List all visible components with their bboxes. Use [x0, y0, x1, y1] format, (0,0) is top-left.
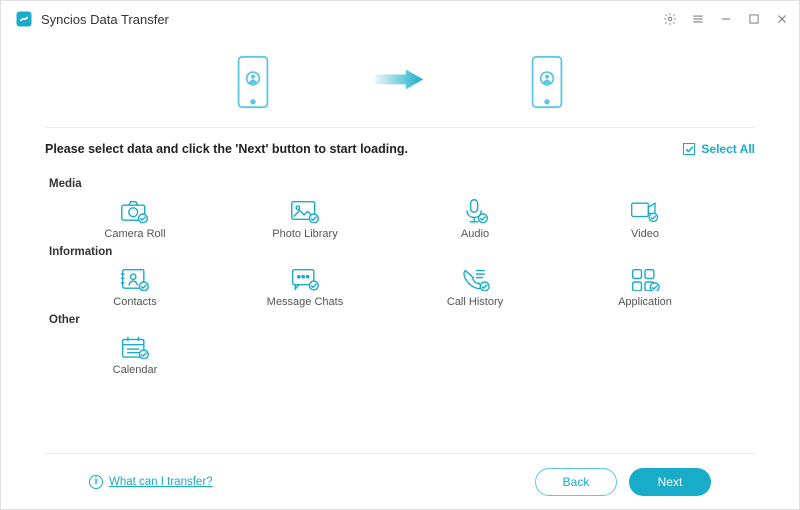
item-camera-roll[interactable]: Camera Roll [75, 198, 195, 240]
item-video[interactable]: Video [585, 198, 705, 240]
section-label-media: Media [49, 178, 755, 190]
item-call-history[interactable]: Call History [415, 266, 535, 308]
item-label: Message Chats [267, 296, 343, 308]
contacts-icon [120, 266, 150, 292]
select-all-label: Select All [701, 142, 755, 156]
item-label: Contacts [113, 296, 156, 308]
section-label-information: Information [49, 246, 755, 258]
titlebar: Syncios Data Transfer [1, 1, 799, 37]
menu-icon[interactable] [691, 12, 705, 26]
application-icon [630, 266, 660, 292]
message-chats-icon [290, 266, 320, 292]
video-icon [630, 198, 660, 224]
window-controls [663, 12, 789, 26]
select-all-toggle[interactable]: Select All [683, 142, 755, 156]
information-grid: Contacts Message Chats Call History Appl… [45, 266, 755, 308]
other-grid: Calendar [45, 334, 755, 376]
item-label: Calendar [113, 364, 158, 376]
instruction-text: Please select data and click the 'Next' … [45, 142, 408, 156]
photo-library-icon [290, 198, 320, 224]
help-link[interactable]: i What can I transfer? [89, 475, 213, 489]
maximize-icon[interactable] [747, 12, 761, 26]
item-label: Audio [461, 228, 489, 240]
minimize-icon[interactable] [719, 12, 733, 26]
app-logo-icon [15, 10, 33, 28]
audio-icon [460, 198, 490, 224]
source-phone-icon [235, 55, 271, 109]
gear-icon[interactable] [663, 12, 677, 26]
divider [45, 127, 755, 128]
info-icon: i [89, 475, 103, 489]
footer: i What can I transfer? Back Next [45, 453, 755, 509]
item-photo-library[interactable]: Photo Library [245, 198, 365, 240]
app-window: Syncios Data Transfer [0, 0, 800, 510]
call-history-icon [460, 266, 490, 292]
item-label: Photo Library [272, 228, 337, 240]
item-label: Call History [447, 296, 503, 308]
transfer-hero [1, 37, 799, 127]
help-text: What can I transfer? [109, 476, 213, 488]
item-message-chats[interactable]: Message Chats [245, 266, 365, 308]
transfer-arrow-icon [371, 67, 429, 97]
next-button[interactable]: Next [629, 468, 711, 496]
item-calendar[interactable]: Calendar [75, 334, 195, 376]
target-phone-icon [529, 55, 565, 109]
section-label-other: Other [49, 314, 755, 326]
item-application[interactable]: Application [585, 266, 705, 308]
item-label: Application [618, 296, 672, 308]
close-icon[interactable] [775, 12, 789, 26]
back-button[interactable]: Back [535, 468, 617, 496]
item-contacts[interactable]: Contacts [75, 266, 195, 308]
camera-roll-icon [120, 198, 150, 224]
app-title: Syncios Data Transfer [41, 12, 169, 27]
checkbox-checked-icon [683, 143, 695, 155]
item-audio[interactable]: Audio [415, 198, 535, 240]
item-label: Camera Roll [104, 228, 165, 240]
calendar-icon [120, 334, 150, 360]
item-label: Video [631, 228, 659, 240]
content-area: Please select data and click the 'Next' … [1, 127, 799, 509]
media-grid: Camera Roll Photo Library Audio Video [45, 198, 755, 240]
